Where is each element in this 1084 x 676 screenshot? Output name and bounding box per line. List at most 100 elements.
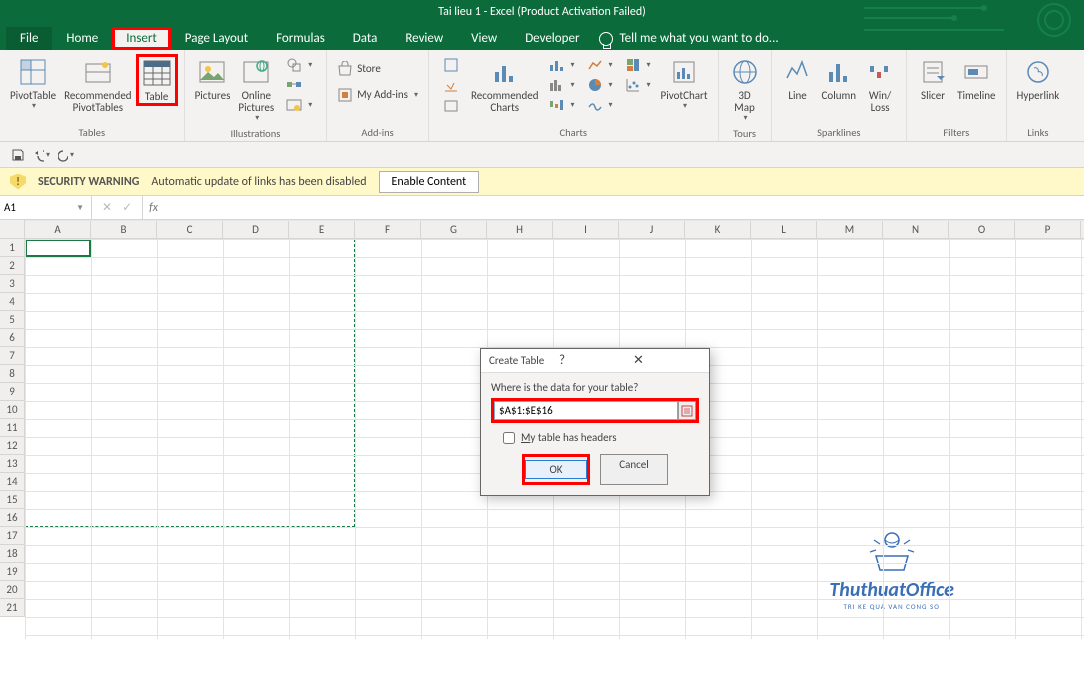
column-header[interactable]: H bbox=[487, 221, 553, 238]
save-button[interactable] bbox=[10, 147, 26, 163]
close-icon[interactable]: ✕ bbox=[629, 353, 701, 368]
row-header[interactable]: 6 bbox=[0, 329, 25, 347]
row-headers[interactable]: 123456789101112131415161718192021 bbox=[0, 239, 25, 676]
chart-hier-button[interactable]: ▾ bbox=[621, 56, 655, 74]
table-range-input[interactable] bbox=[494, 401, 678, 420]
column-header[interactable]: M bbox=[817, 221, 883, 238]
sparkline-line-button[interactable]: Line bbox=[778, 54, 818, 104]
row-header[interactable]: 19 bbox=[0, 563, 25, 581]
3d-map-button[interactable]: 3D Map▾ bbox=[725, 54, 765, 125]
recommended-pivottables-button[interactable]: Recommended PivotTables bbox=[60, 54, 135, 116]
row-header[interactable]: 12 bbox=[0, 437, 25, 455]
column-header[interactable]: A bbox=[25, 221, 91, 238]
column-header[interactable]: K bbox=[685, 221, 751, 238]
row-header[interactable]: 18 bbox=[0, 545, 25, 563]
row-header[interactable]: 2 bbox=[0, 257, 25, 275]
tab-home[interactable]: Home bbox=[52, 27, 112, 50]
column-header[interactable]: O bbox=[949, 221, 1015, 238]
row-header[interactable]: 14 bbox=[0, 473, 25, 491]
name-box[interactable]: ▼ bbox=[0, 196, 92, 219]
select-all-corner[interactable] bbox=[0, 220, 25, 239]
headers-checkbox[interactable] bbox=[503, 432, 515, 444]
column-header[interactable]: L bbox=[751, 221, 817, 238]
chart-pie-button[interactable]: ▾ bbox=[583, 76, 617, 94]
tab-formulas[interactable]: Formulas bbox=[262, 27, 339, 50]
pictures-button[interactable]: Pictures bbox=[191, 54, 235, 104]
store-button[interactable]: Store bbox=[333, 60, 422, 78]
timeline-button[interactable]: Timeline bbox=[953, 54, 999, 104]
column-headers[interactable]: ABCDEFGHIJKLMNOP bbox=[25, 220, 1084, 239]
row-header[interactable]: 20 bbox=[0, 581, 25, 599]
row-header[interactable]: 4 bbox=[0, 293, 25, 311]
row-header[interactable]: 16 bbox=[0, 509, 25, 527]
column-header[interactable]: E bbox=[289, 221, 355, 238]
sparkline-column-button[interactable]: Column bbox=[818, 54, 861, 104]
column-header[interactable]: J bbox=[619, 221, 685, 238]
row-header[interactable]: 5 bbox=[0, 311, 25, 329]
dialog-titlebar[interactable]: Create Table ? ✕ bbox=[481, 349, 709, 373]
cancel-formula-icon[interactable]: ✕ bbox=[102, 200, 112, 215]
pivottable-button[interactable]: PivotTable▾ bbox=[6, 54, 60, 113]
tab-data[interactable]: Data bbox=[339, 27, 392, 50]
shapes-button[interactable]: ▾ bbox=[282, 56, 316, 74]
sparkline-winloss-button[interactable]: Win/ Loss bbox=[860, 54, 900, 116]
column-header[interactable]: P bbox=[1015, 221, 1081, 238]
slicer-button[interactable]: Slicer bbox=[913, 54, 953, 104]
chart-line-button[interactable]: ▾ bbox=[583, 56, 617, 74]
tab-insert[interactable]: Insert bbox=[112, 27, 171, 50]
tab-page-layout[interactable]: Page Layout bbox=[171, 27, 262, 50]
tab-view[interactable]: View bbox=[457, 27, 511, 50]
headers-checkbox-label[interactable]: My table has headers bbox=[503, 431, 699, 444]
redo-button[interactable]: ▾ bbox=[58, 147, 74, 163]
screenshot-button[interactable]: ▾ bbox=[282, 96, 316, 114]
column-header[interactable]: I bbox=[553, 221, 619, 238]
smartart-button[interactable] bbox=[282, 76, 316, 94]
online-pictures-button[interactable]: Online Pictures▾ bbox=[234, 54, 278, 125]
table-button[interactable]: Table bbox=[136, 54, 178, 106]
chart-surface-button[interactable]: ▾ bbox=[583, 96, 617, 114]
enable-content-button[interactable]: Enable Content bbox=[379, 171, 480, 193]
row-header[interactable]: 8 bbox=[0, 365, 25, 383]
hyperlink-button[interactable]: Hyperlink bbox=[1013, 54, 1064, 104]
fx-label[interactable]: fx bbox=[143, 196, 164, 219]
row-header[interactable]: 13 bbox=[0, 455, 25, 473]
undo-button[interactable]: ▾ bbox=[34, 147, 50, 163]
row-header[interactable]: 11 bbox=[0, 419, 25, 437]
name-box-input[interactable] bbox=[4, 201, 73, 214]
row-header[interactable]: 21 bbox=[0, 599, 25, 617]
row-header[interactable]: 9 bbox=[0, 383, 25, 401]
pivotchart-button[interactable]: PivotChart▾ bbox=[657, 54, 712, 113]
chart-scatter-button[interactable]: ▾ bbox=[621, 76, 655, 94]
column-header[interactable]: B bbox=[91, 221, 157, 238]
column-header[interactable]: D bbox=[223, 221, 289, 238]
range-selector-icon[interactable] bbox=[678, 401, 696, 420]
chart-misc-2[interactable] bbox=[439, 76, 463, 94]
row-header[interactable]: 10 bbox=[0, 401, 25, 419]
column-header[interactable]: N bbox=[883, 221, 949, 238]
row-header[interactable]: 7 bbox=[0, 347, 25, 365]
row-header[interactable]: 1 bbox=[0, 239, 25, 257]
my-addins-button[interactable]: My Add-ins▾ bbox=[333, 86, 422, 104]
help-icon[interactable]: ? bbox=[553, 353, 629, 368]
enter-formula-icon[interactable]: ✓ bbox=[122, 200, 132, 215]
chart-stat-button[interactable]: ▾ bbox=[544, 76, 578, 94]
chart-misc-1[interactable] bbox=[439, 56, 463, 74]
tab-developer[interactable]: Developer bbox=[511, 27, 593, 50]
column-header[interactable]: C bbox=[157, 221, 223, 238]
shield-icon: ! bbox=[10, 174, 26, 190]
row-header[interactable]: 3 bbox=[0, 275, 25, 293]
tab-review[interactable]: Review bbox=[391, 27, 457, 50]
column-header[interactable]: F bbox=[355, 221, 421, 238]
tell-me[interactable]: Tell me what you want to do... bbox=[593, 27, 784, 50]
chart-misc-3[interactable] bbox=[439, 96, 463, 114]
row-header[interactable]: 15 bbox=[0, 491, 25, 509]
chevron-down-icon[interactable]: ▼ bbox=[73, 203, 87, 213]
chart-waterfall-button[interactable]: ▾ bbox=[544, 96, 578, 114]
tab-file[interactable]: File bbox=[6, 27, 52, 50]
column-header[interactable]: G bbox=[421, 221, 487, 238]
chart-bar-button[interactable]: ▾ bbox=[544, 56, 578, 74]
cancel-button[interactable]: Cancel bbox=[600, 454, 668, 485]
recommended-charts-button[interactable]: Recommended Charts bbox=[467, 54, 542, 116]
row-header[interactable]: 17 bbox=[0, 527, 25, 545]
ok-button[interactable]: OK bbox=[522, 454, 590, 485]
